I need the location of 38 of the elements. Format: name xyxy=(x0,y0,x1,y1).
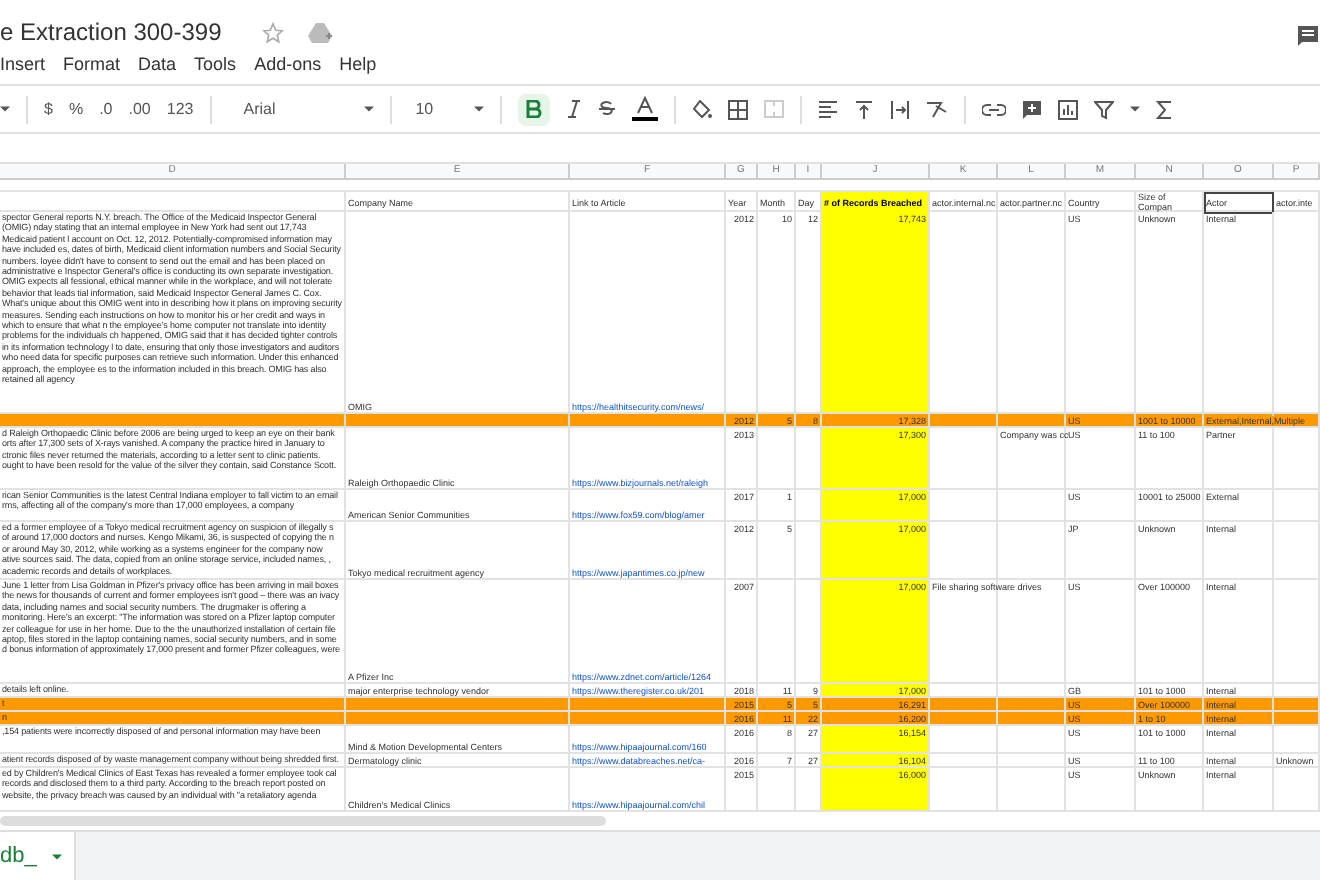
add-comment-icon[interactable] xyxy=(1021,99,1042,119)
italic-icon[interactable] xyxy=(565,100,582,118)
menu-item[interactable]: Help xyxy=(339,51,377,79)
chart-icon[interactable] xyxy=(1057,99,1078,119)
filter-icon[interactable] xyxy=(1093,99,1114,119)
text-color-icon[interactable] xyxy=(631,96,658,122)
menu-item[interactable]: Format xyxy=(63,51,121,79)
increase-decimals-button[interactable]: .00 xyxy=(128,97,151,121)
caret-icon[interactable] xyxy=(52,853,63,859)
fill-color-icon[interactable] xyxy=(691,99,712,119)
bold-icon[interactable] xyxy=(517,93,550,125)
sheet-tab[interactable]: db_ xyxy=(0,832,76,880)
currency-button[interactable]: $ xyxy=(44,97,53,121)
caret-icon[interactable] xyxy=(473,106,484,112)
merge-cells-icon xyxy=(763,100,784,118)
menu-item[interactable]: Insert xyxy=(0,51,46,79)
caret-icon[interactable] xyxy=(363,106,374,112)
caret-icon[interactable] xyxy=(0,106,10,112)
text-wrap-icon[interactable] xyxy=(889,99,910,119)
caret-icon[interactable] xyxy=(1129,106,1140,112)
vertical-align-icon[interactable] xyxy=(853,99,874,119)
decrease-decimals-button[interactable]: .0 xyxy=(99,97,113,121)
strikethrough-icon[interactable] xyxy=(597,100,616,118)
sum-icon[interactable] xyxy=(1155,99,1172,119)
menu-item[interactable]: Data xyxy=(138,51,177,79)
document-title[interactable]: e Extraction 300-399 xyxy=(0,14,222,50)
link-icon[interactable] xyxy=(981,103,1006,115)
number-format-button[interactable]: 123 xyxy=(166,97,194,121)
comment-icon[interactable] xyxy=(1296,24,1320,48)
percent-button[interactable]: % xyxy=(68,97,84,121)
menu-item[interactable]: Tools xyxy=(194,51,237,79)
font-size-dropdown[interactable]: 10 xyxy=(407,97,458,121)
scrollbar[interactable] xyxy=(0,816,606,826)
menu-item[interactable]: Add-ons xyxy=(254,51,322,79)
align-left-icon[interactable] xyxy=(817,100,838,118)
borders-icon[interactable] xyxy=(727,99,748,119)
star-icon[interactable] xyxy=(261,22,284,44)
font-dropdown[interactable]: Arial xyxy=(227,97,348,121)
